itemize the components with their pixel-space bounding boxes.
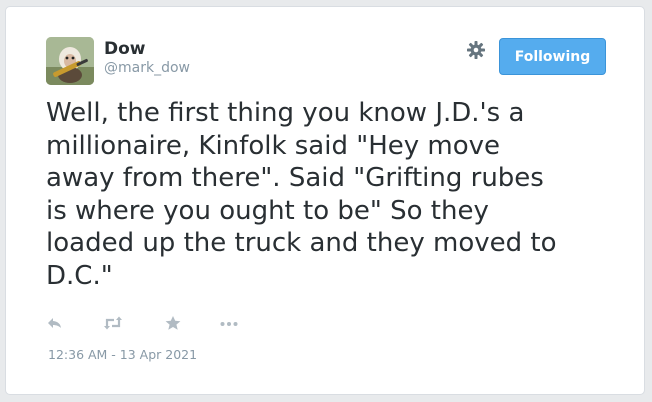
tweet-text: Well, the first thing you know J.D.'s a … xyxy=(46,98,557,291)
tweet-card: Dow @mark_dow Following Well, the first … xyxy=(5,6,645,395)
favorite-star-icon[interactable] xyxy=(164,315,182,331)
retweet-icon[interactable] xyxy=(103,315,122,331)
following-button[interactable]: Following xyxy=(499,38,606,75)
avatar-image xyxy=(46,37,94,85)
reply-icon[interactable] xyxy=(46,315,64,331)
gear-icon[interactable] xyxy=(466,40,486,60)
tweet-timestamp[interactable]: 12:36 AM - 13 Apr 2021 xyxy=(48,347,197,362)
more-icon[interactable] xyxy=(219,315,239,331)
user-avatar[interactable] xyxy=(46,37,94,85)
user-name[interactable]: Dow xyxy=(104,39,146,59)
user-handle[interactable]: @mark_dow xyxy=(104,60,190,76)
